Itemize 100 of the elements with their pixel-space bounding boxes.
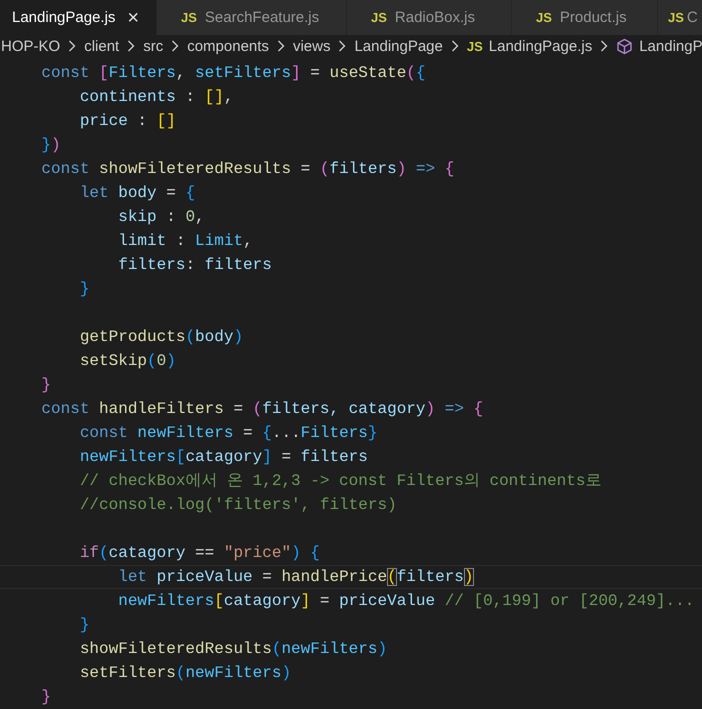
chevron-icon [276, 40, 285, 52]
bracket: ( [147, 352, 157, 370]
code-text: , [195, 208, 205, 226]
keyword: => [444, 400, 465, 418]
code-text: == [194, 544, 216, 562]
bracket: } [40, 136, 52, 154]
js-file-icon: JS [668, 10, 684, 25]
code-comment: // checkBox에서 온 1,2,3 -> const Filters의 continents로 [78, 472, 602, 490]
keyword: let [78, 184, 110, 202]
bracket: ) [166, 352, 176, 370]
bracket: ( [176, 664, 186, 682]
bracket: } [368, 424, 378, 442]
bracket: } [40, 688, 52, 706]
bracket: ) [426, 400, 436, 418]
variable-name: body [118, 184, 157, 202]
code-text: : [174, 232, 186, 250]
code-text: : [184, 88, 196, 106]
bracket: [] [156, 112, 176, 130]
editor-tab[interactable]: JS SearchFeature.js [157, 0, 347, 35]
bracket: } [78, 280, 90, 298]
breadcrumb-item[interactable]: LandingPage.js [488, 38, 592, 54]
editor-tab[interactable]: JS Product.js [512, 0, 658, 35]
code-text: = [318, 592, 330, 610]
function-name: showFileteredResults [99, 160, 292, 178]
keyword: const [40, 400, 90, 418]
js-file-icon: JS [466, 38, 483, 54]
constant-name: newFilters [78, 448, 176, 466]
constant-name: Filters [108, 64, 176, 82]
chevron-icon [171, 40, 180, 52]
bracket: ] [262, 448, 272, 466]
matched-bracket: ) [464, 568, 474, 586]
bracket: ] [291, 64, 301, 82]
variable-name: continents [78, 88, 176, 106]
bracket: ) [51, 136, 61, 154]
breadcrumb-item[interactable]: LandingPage [354, 38, 443, 54]
variable-name: filters [396, 568, 464, 586]
chevron-icon [68, 40, 76, 52]
bracket: { [262, 424, 272, 442]
code-comment: //console.log('filters', filters) [78, 496, 397, 514]
bracket: ( [272, 640, 282, 658]
chevron-icon [127, 40, 136, 52]
keyword: const [40, 64, 90, 82]
code-text: = [242, 424, 254, 442]
close-icon[interactable]: × [127, 8, 140, 28]
function-name: showFileteredResults [78, 640, 272, 658]
bracket: ( [320, 160, 330, 178]
bracket: ) [233, 328, 244, 346]
bracket: ( [406, 64, 416, 82]
code-text: = [309, 64, 321, 82]
variable-name: priceValue [156, 568, 253, 586]
constant-name: setFilters [195, 64, 292, 82]
variable-name: catagory [108, 544, 186, 562]
code-text: : [165, 208, 177, 226]
breadcrumb-item[interactable]: components [187, 38, 269, 54]
variable-name: filters, catagory [262, 400, 426, 418]
editor-tab[interactable]: JS RadioBox.js [347, 0, 512, 35]
breadcrumb-item[interactable]: LandingP [639, 38, 702, 54]
breadcrumb-item[interactable]: src [143, 38, 164, 54]
chevron-icon [338, 40, 346, 52]
code-comment: // [0,199] or [200,249]... [444, 592, 694, 610]
code-text: : [185, 256, 196, 274]
keyword: let [117, 568, 148, 586]
function-name: setFilters [78, 664, 176, 682]
code-text: , [243, 232, 253, 250]
cube-icon [616, 38, 634, 54]
breadcrumb-item[interactable]: HOP-KO [1, 38, 60, 54]
code-text: ... [272, 424, 301, 442]
code-text: , [224, 88, 234, 106]
number-literal: 0 [185, 208, 196, 226]
bracket: { [444, 160, 454, 178]
constant-name: newFilters [137, 424, 234, 442]
variable-name: price [78, 112, 128, 130]
bracket: { [474, 400, 484, 418]
keyword: => [414, 160, 436, 178]
variable-name: filters [329, 160, 397, 178]
code-text: = [232, 400, 244, 418]
editor-tab[interactable]: LandingPage.js × [0, 0, 157, 35]
matched-bracket: ( [387, 568, 397, 586]
bracket: ) [291, 544, 301, 562]
keyword: const [78, 424, 129, 442]
variable-name: priceValue [339, 592, 436, 610]
bracket: { [309, 544, 320, 562]
variable-name: catagory [185, 448, 262, 466]
editor-tab[interactable]: JS C [658, 0, 702, 35]
breadcrumb-item[interactable]: views [292, 38, 330, 54]
bracket: [] [204, 88, 224, 106]
variable-name: skip [117, 208, 157, 226]
keyword: const [40, 160, 90, 178]
js-file-icon: JS [371, 10, 387, 25]
bracket: [ [176, 448, 186, 466]
function-name: getProducts [78, 328, 186, 346]
js-file-icon: JS [181, 10, 197, 25]
code-text: = [280, 448, 292, 466]
bracket: [ [214, 592, 224, 610]
bracket: ( [185, 328, 196, 346]
breadcrumb-item[interactable]: client [84, 38, 120, 54]
bracket: ] [300, 592, 310, 610]
code-text: = [261, 568, 273, 586]
bracket: ) [281, 664, 292, 682]
bracket: [ [99, 64, 109, 82]
